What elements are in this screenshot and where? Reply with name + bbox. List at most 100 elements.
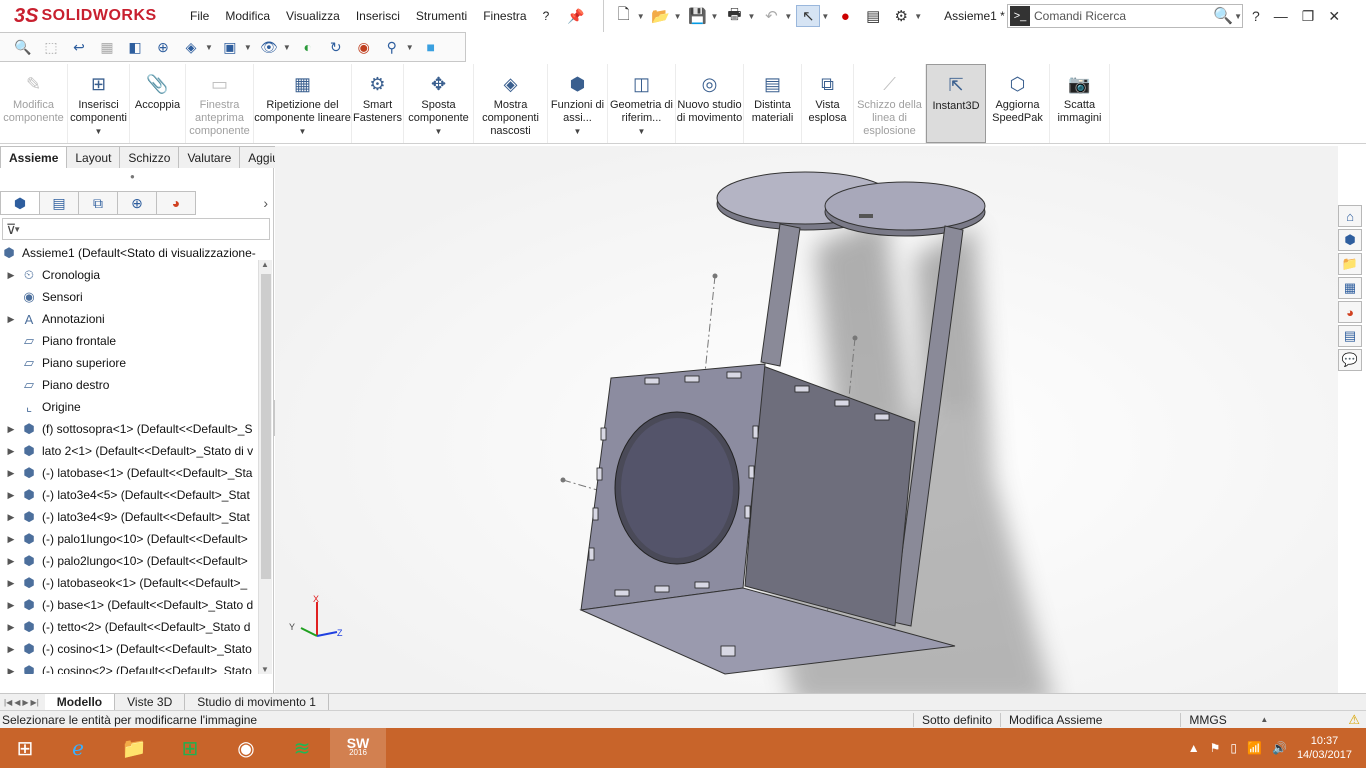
command-reference-geometry-button[interactable]: ◫ Geometria di riferim... ▼ (608, 64, 676, 143)
chevron-down-icon[interactable]: ▼ (747, 12, 755, 21)
zoom-to-fit-icon[interactable]: 🔍 (12, 36, 34, 58)
tree-filter[interactable]: ⊽ ▼ (2, 218, 270, 240)
store-icon[interactable]: ⊞ (162, 728, 218, 768)
expand-arrow-icon[interactable]: ▶ (4, 622, 18, 633)
bottom-tab-viste-3d[interactable]: Viste 3D (115, 693, 186, 711)
expand-arrow-icon[interactable]: ▶ (4, 424, 18, 435)
command-bom-button[interactable]: ▤ Distinta materiali (744, 64, 802, 143)
tree-item[interactable]: ▶ ⏲ Cronologia (0, 264, 258, 286)
chevron-down-icon[interactable]: ▼ (435, 125, 443, 138)
chevron-down-icon[interactable]: ▼ (283, 43, 291, 52)
command-motion-study-button[interactable]: ◎ Nuovo studio di movimento (676, 64, 744, 143)
chevron-down-icon[interactable]: ▼ (638, 125, 646, 138)
undo-icon[interactable]: ↶ (759, 5, 783, 27)
action-center-icon[interactable]: ⚑ (1210, 741, 1221, 755)
menu-file[interactable]: File (182, 9, 217, 23)
expand-arrow-icon[interactable]: ▶ (4, 490, 18, 501)
display-style-icon[interactable]: ▣ (219, 36, 241, 58)
last-tab-icon[interactable]: ▶| (31, 698, 39, 707)
tree-item[interactable]: ▶ ⬢ (-) base<1> (Default<<Default>_Stato d (0, 594, 258, 616)
chevron-down-icon[interactable]: ▼ (299, 125, 307, 138)
menu-finestra[interactable]: Finestra (475, 9, 534, 23)
design-library-icon[interactable]: ⬢ (1338, 229, 1362, 251)
help-icon[interactable]: ? (1252, 8, 1260, 24)
command-insert-components-button[interactable]: ⊞ Inserisci componenti ▼ (68, 64, 130, 143)
rotate-icon[interactable]: ↻ (325, 36, 347, 58)
tree-item[interactable]: ▶ ⬢ (-) tetto<2> (Default<<Default>_Stato … (0, 616, 258, 638)
command-exploded-view-button[interactable]: ⧉ Vista esplosa (802, 64, 854, 143)
chevron-down-icon[interactable]: ▼ (406, 43, 414, 52)
edit-appearance-icon[interactable]: ◐ (297, 36, 319, 58)
tree-item[interactable]: ⌞ Origine (0, 396, 258, 418)
expand-arrow-icon[interactable]: ▶ (4, 468, 18, 479)
next-tab-icon[interactable]: ▶ (22, 698, 28, 707)
menu-strumenti[interactable]: Strumenti (408, 9, 475, 23)
apply-scene-icon[interactable]: ◉ (353, 36, 375, 58)
expand-arrow-icon[interactable]: ▶ (4, 314, 18, 325)
solidworks-logo[interactable]: 3S SOLIDWORKS (0, 0, 160, 32)
tree-item[interactable]: ▶ A Annotazioni (0, 308, 258, 330)
command-smart-fasteners-button[interactable]: ⚙ Smart Fasteners (352, 64, 404, 143)
tree-item[interactable]: ▶ ⬢ lato 2<1> (Default<<Default>_Stato di … (0, 440, 258, 462)
tree-item[interactable]: ◉ Sensori (0, 286, 258, 308)
internet-explorer-icon[interactable]: ℯ (50, 728, 106, 768)
scrollbar-thumb[interactable] (261, 274, 271, 579)
zoom-icon[interactable]: ⊕ (152, 36, 174, 58)
configurationmanager-tab-icon[interactable]: ⧉ (78, 191, 118, 215)
tree-item[interactable]: ▶ ⬢ (-) latobase<1> (Default<<Default>_Sta (0, 462, 258, 484)
home-icon[interactable]: ⌂ (1338, 205, 1362, 227)
expand-arrow-icon[interactable]: ▶ (4, 512, 18, 523)
tree-item[interactable]: ▶ ⬢ (-) palo2lungo<10> (Default<<Default> (0, 550, 258, 572)
solidworks-taskbar-icon[interactable]: SW 2016 (330, 728, 386, 768)
restore-button[interactable]: ❐ (1302, 8, 1315, 25)
cube-icon[interactable]: ■ (420, 36, 442, 58)
rebuild-traffic-light-icon[interactable]: ● (833, 5, 857, 27)
expand-arrow-icon[interactable]: ▶ (4, 446, 18, 457)
menu-modifica[interactable]: Modifica (217, 9, 278, 23)
chevron-down-icon[interactable]: ▼ (13, 225, 21, 234)
expand-arrow-icon[interactable]: ▶ (4, 556, 18, 567)
featuremanager-tab-icon[interactable]: ⬢ (0, 191, 40, 215)
expand-arrow-icon[interactable]: ▶ (4, 534, 18, 545)
expand-arrow-icon[interactable]: ▶ (4, 270, 18, 281)
command-explode-line-sketch-button[interactable]: ⟋ Schizzo della linea di esplosione (854, 64, 926, 143)
battery-icon[interactable]: ▯ (1230, 741, 1237, 755)
scroll-up-icon[interactable]: ▲ (261, 260, 269, 269)
first-tab-icon[interactable]: |◀ (4, 698, 12, 707)
expand-arrow-icon[interactable]: ▶ (4, 600, 18, 611)
signal-icon[interactable]: 📶 (1247, 741, 1262, 755)
expand-arrow-icon[interactable]: ▶ (4, 644, 18, 655)
file-explorer-icon[interactable]: 📁 (106, 728, 162, 768)
close-button[interactable]: ✕ (1328, 8, 1340, 25)
chevron-down-icon[interactable]: ▼ (205, 43, 213, 52)
menu-inserisci[interactable]: Inserisci (348, 9, 408, 23)
tree-item[interactable]: ▱ Piano destro (0, 374, 258, 396)
prev-tab-icon[interactable]: ◀ (14, 698, 20, 707)
pin-icon[interactable]: 📌 (567, 8, 584, 25)
search-input[interactable]: Comandi Ricerca (1034, 9, 1213, 23)
tab-assieme[interactable]: Assieme (0, 146, 68, 168)
show-hidden-icons-icon[interactable]: ▲ (1188, 741, 1200, 755)
bottom-tab-studio-di-movimento-1[interactable]: Studio di movimento 1 (185, 693, 329, 711)
print-icon[interactable]: 🖶 (722, 5, 746, 27)
chevron-down-icon[interactable]: ▼ (821, 12, 829, 21)
chevron-down-icon[interactable]: ▼ (674, 12, 682, 21)
gear-icon[interactable]: ⚙ (889, 5, 913, 27)
tree-item[interactable]: ▶ ⬢ (-) lato3e4<5> (Default<<Default>_Stat (0, 484, 258, 506)
chevron-down-icon[interactable]: ▼ (95, 125, 103, 138)
command-linear-pattern-button[interactable]: ▦ Ripetizione del componente lineare ▼ (254, 64, 352, 143)
tab-schizzo[interactable]: Schizzo (119, 146, 180, 168)
rebuild-warning-icon[interactable]: ⚠ (1348, 712, 1360, 728)
assembly-model-view[interactable]: X Y Z (275, 146, 1338, 693)
command-mate-button[interactable]: 📎 Accoppia (130, 64, 186, 143)
chevron-down-icon[interactable]: ▼ (1234, 12, 1242, 21)
file-explorer-icon[interactable]: 📁 (1338, 253, 1362, 275)
view-palette-icon[interactable]: ▦ (1338, 277, 1362, 299)
select-pointer-icon[interactable]: ↖ (796, 5, 821, 27)
chevron-down-icon[interactable]: ▼ (914, 12, 922, 21)
expand-arrow-icon[interactable]: ▶ (4, 666, 18, 675)
zoom-to-area-icon[interactable]: ⬚ (40, 36, 62, 58)
hide-show-icon[interactable]: 👁 (258, 36, 280, 58)
chevron-down-icon[interactable]: ▼ (784, 12, 792, 21)
tree-item[interactable]: ▶ ⬢ (-) cosino<2> (Default<<Default>_Stato (0, 660, 258, 674)
